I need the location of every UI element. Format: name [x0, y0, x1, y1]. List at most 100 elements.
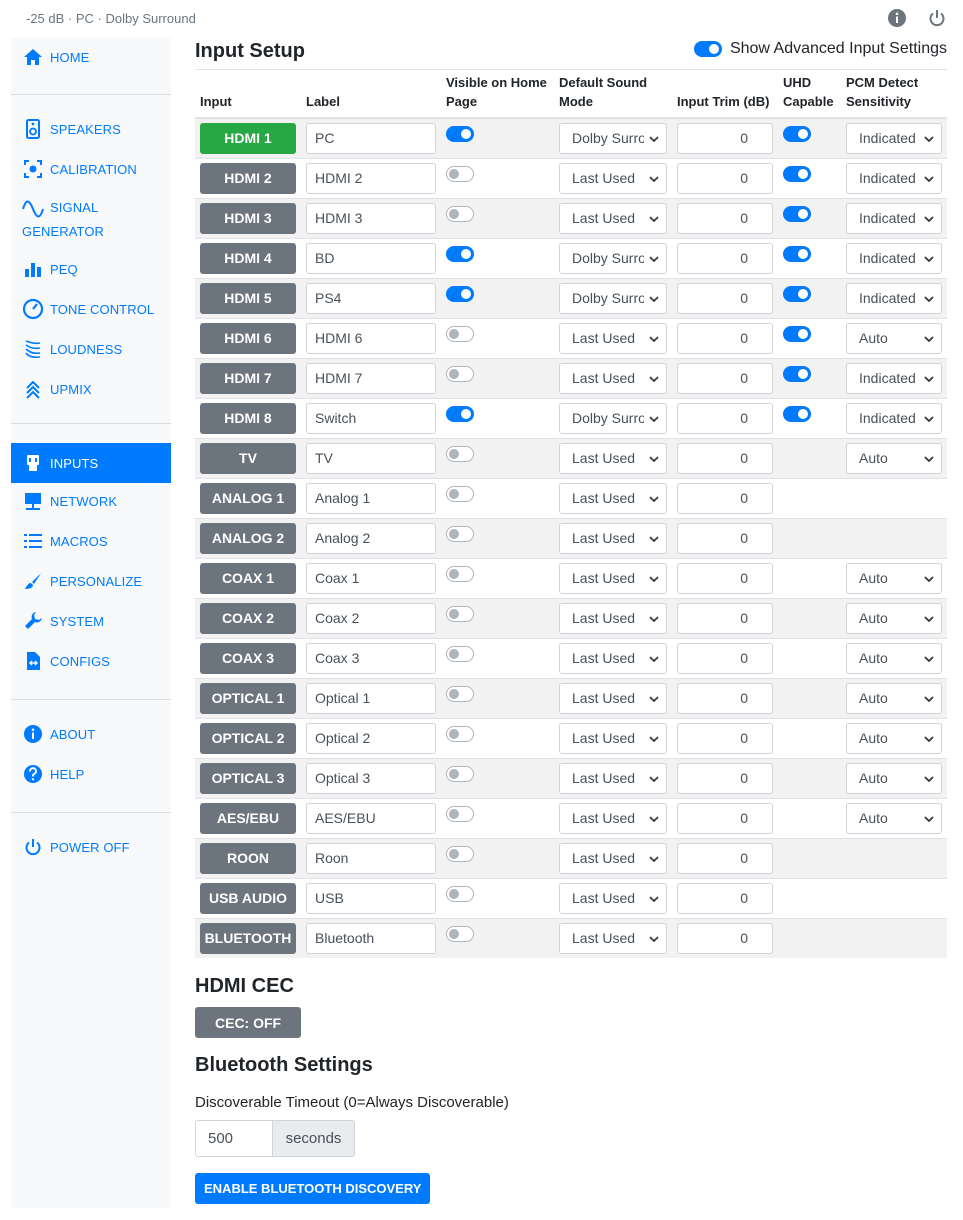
sidebar-item-home[interactable]: HOME	[11, 44, 171, 70]
visible-switch[interactable]	[446, 926, 474, 943]
visible-switch[interactable]	[446, 126, 474, 143]
uhd-switch[interactable]	[783, 166, 811, 182]
uhd-switch[interactable]	[783, 206, 811, 222]
label-input[interactable]: Optical 1	[306, 682, 436, 714]
pcm-select[interactable]: Auto	[846, 762, 942, 794]
sound-mode-select[interactable]: Dolby Surround	[559, 122, 667, 154]
input-select-button[interactable]: ANALOG 2	[200, 522, 296, 554]
pcm-select[interactable]: Auto	[846, 722, 942, 754]
sound-mode-select[interactable]: Last Used	[559, 802, 667, 834]
trim-input[interactable]: 0	[677, 202, 773, 234]
pcm-select[interactable]: Indicated	[846, 402, 942, 434]
sound-mode-select[interactable]: Last Used	[559, 722, 667, 754]
visible-switch[interactable]	[446, 326, 474, 342]
timeout-input[interactable]: 500	[195, 1120, 273, 1157]
label-input[interactable]: Bluetooth	[306, 922, 436, 954]
trim-input[interactable]: 0	[677, 242, 773, 274]
sound-mode-select[interactable]: Last Used	[559, 762, 667, 794]
visible-switch[interactable]	[446, 206, 474, 222]
uhd-switch[interactable]	[783, 366, 811, 382]
trim-input[interactable]: 0	[677, 442, 773, 474]
trim-input[interactable]: 0	[677, 802, 773, 834]
visible-switch[interactable]	[446, 566, 474, 582]
label-input[interactable]: PC	[306, 122, 436, 154]
uhd-switch[interactable]	[783, 326, 811, 342]
trim-input[interactable]: 0	[677, 282, 773, 314]
label-input[interactable]: Coax 1	[306, 562, 436, 594]
input-select-button[interactable]: HDMI 7	[200, 362, 296, 394]
sidebar-item-personalize[interactable]: PERSONALIZE	[11, 568, 171, 594]
label-input[interactable]: HDMI 6	[306, 322, 436, 354]
trim-input[interactable]: 0	[677, 762, 773, 794]
label-input[interactable]: Analog 1	[306, 482, 436, 514]
sidebar-item-help[interactable]: HELP	[11, 761, 171, 787]
sound-mode-select[interactable]: Last Used	[559, 322, 667, 354]
sound-mode-select[interactable]: Last Used	[559, 882, 667, 914]
uhd-switch[interactable]	[783, 126, 811, 143]
input-select-button[interactable]: HDMI 6	[200, 322, 296, 354]
sidebar-item-macros[interactable]: MACROS	[11, 528, 171, 554]
input-select-button[interactable]: HDMI 1	[200, 122, 296, 154]
trim-input[interactable]: 0	[677, 482, 773, 514]
trim-input[interactable]: 0	[677, 682, 773, 714]
sidebar-item-power-off[interactable]: POWER OFF	[11, 834, 171, 860]
input-select-button[interactable]: AES/EBU	[200, 802, 296, 834]
label-input[interactable]: PS4	[306, 282, 436, 314]
input-select-button[interactable]: HDMI 2	[200, 162, 296, 194]
label-input[interactable]: Roon	[306, 842, 436, 874]
sidebar-item-network[interactable]: NETWORK	[11, 488, 171, 514]
trim-input[interactable]: 0	[677, 162, 773, 194]
visible-switch[interactable]	[446, 726, 474, 742]
input-select-button[interactable]: OPTICAL 1	[200, 682, 296, 714]
sidebar-item-signal-generator[interactable]: SIGNAL GENERATOR	[11, 196, 171, 244]
advanced-switch[interactable]	[693, 41, 722, 57]
label-input[interactable]: TV	[306, 442, 436, 474]
sound-mode-select[interactable]: Last Used	[559, 442, 667, 474]
sidebar-item-about[interactable]: ABOUT	[11, 721, 171, 747]
sidebar-item-calibration[interactable]: CALIBRATION	[11, 156, 171, 182]
pcm-select[interactable]: Indicated	[846, 362, 942, 394]
label-input[interactable]: AES/EBU	[306, 802, 436, 834]
sidebar-item-speakers[interactable]: SPEAKERS	[11, 116, 171, 142]
trim-input[interactable]: 0	[677, 402, 773, 434]
trim-input[interactable]: 0	[677, 562, 773, 594]
trim-input[interactable]: 0	[677, 722, 773, 754]
trim-input[interactable]: 0	[677, 602, 773, 634]
label-input[interactable]: BD	[306, 242, 436, 274]
power-icon[interactable]	[927, 8, 947, 28]
trim-input[interactable]: 0	[677, 842, 773, 874]
pcm-select[interactable]: Auto	[846, 682, 942, 714]
input-select-button[interactable]: OPTICAL 3	[200, 762, 296, 794]
info-icon[interactable]	[887, 8, 907, 28]
pcm-select[interactable]: Indicated	[846, 202, 942, 234]
input-select-button[interactable]: BLUETOOTH	[200, 922, 296, 954]
input-select-button[interactable]: COAX 2	[200, 602, 296, 634]
label-input[interactable]: Switch	[306, 402, 436, 434]
pcm-select[interactable]: Indicated	[846, 162, 942, 194]
input-select-button[interactable]: HDMI 3	[200, 202, 296, 234]
trim-input[interactable]: 0	[677, 522, 773, 554]
uhd-switch[interactable]	[783, 246, 811, 262]
input-select-button[interactable]: USB AUDIO	[200, 882, 296, 914]
visible-switch[interactable]	[446, 166, 474, 182]
input-select-button[interactable]: TV	[200, 442, 296, 474]
visible-switch[interactable]	[446, 526, 474, 542]
pcm-select[interactable]: Indicated	[846, 242, 942, 274]
trim-input[interactable]: 0	[677, 882, 773, 914]
visible-switch[interactable]	[446, 806, 474, 822]
sidebar-item-upmix[interactable]: UPMIX	[11, 376, 171, 402]
sound-mode-select[interactable]: Last Used	[559, 362, 667, 394]
sidebar-item-tone-control[interactable]: TONE CONTROL	[11, 296, 171, 322]
sound-mode-select[interactable]: Last Used	[559, 642, 667, 674]
pcm-select[interactable]: Indicated	[846, 122, 942, 154]
label-input[interactable]: HDMI 3	[306, 202, 436, 234]
visible-switch[interactable]	[446, 606, 474, 622]
uhd-switch[interactable]	[783, 286, 811, 302]
sound-mode-select[interactable]: Dolby Surround	[559, 402, 667, 434]
sidebar-item-configs[interactable]: CONFIGS	[11, 648, 171, 674]
label-input[interactable]: HDMI 7	[306, 362, 436, 394]
advanced-settings-toggle[interactable]: Show Advanced Input Settings	[693, 40, 947, 58]
label-input[interactable]: Coax 2	[306, 602, 436, 634]
input-select-button[interactable]: HDMI 5	[200, 282, 296, 314]
sidebar-item-loudness[interactable]: LOUDNESS	[11, 336, 171, 362]
